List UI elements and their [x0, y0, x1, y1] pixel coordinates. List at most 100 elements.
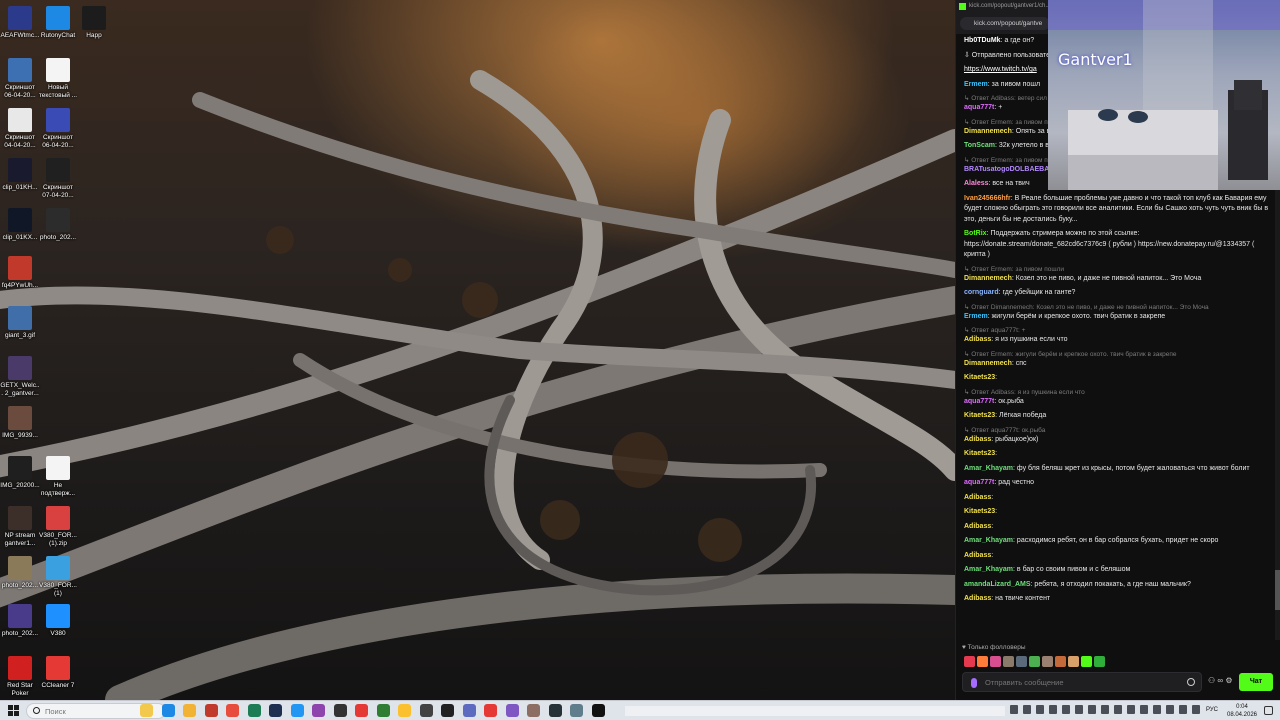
- tray-icon[interactable]: [1049, 705, 1057, 714]
- emote-icon[interactable]: [1016, 656, 1027, 667]
- desktop-icon[interactable]: fq4PYwUh...: [0, 256, 40, 290]
- tray-icon[interactable]: [1179, 705, 1187, 714]
- emote-icon[interactable]: [1094, 656, 1105, 667]
- chat-reply-reference[interactable]: ↳ Ответ Ermem: за пивом пошли: [964, 265, 1275, 274]
- app-icon[interactable]: [312, 704, 325, 717]
- desktop-icon[interactable]: Скриншот 06-04-20...: [0, 58, 40, 99]
- chat-username[interactable]: Ermem: [964, 81, 988, 88]
- tray-icon[interactable]: [1192, 705, 1200, 714]
- language-indicator[interactable]: РУС: [1206, 707, 1218, 713]
- desktop-icon[interactable]: Red Star Poker: [0, 656, 40, 697]
- desktop-icon[interactable]: clip_01KH...: [0, 158, 40, 192]
- tray-icon[interactable]: [1010, 705, 1018, 714]
- chat-username[interactable]: aqua777t: [964, 398, 994, 405]
- desktop-icon[interactable]: V380: [38, 604, 78, 638]
- desktop-icon[interactable]: V380_FOR... (1).zip: [38, 506, 78, 547]
- desktop-icon[interactable]: photo_202...: [0, 604, 40, 638]
- chat-scrollbar[interactable]: [1275, 190, 1280, 640]
- chat-username[interactable]: Dimannemech: [964, 128, 1012, 135]
- desktop-icon[interactable]: Не подтверж...: [38, 456, 78, 497]
- app-v2-icon[interactable]: [441, 704, 454, 717]
- chat-username[interactable]: Amar_Khayam: [964, 465, 1013, 472]
- tray-icon[interactable]: [1127, 705, 1135, 714]
- chat-username[interactable]: Kitaets23: [964, 450, 995, 457]
- emote-icon[interactable]: [1068, 656, 1079, 667]
- emote-icon[interactable]: [1029, 656, 1040, 667]
- chat-username[interactable]: Adibass: [964, 523, 991, 530]
- address-bar[interactable]: kick.com/popout/gantve: [960, 17, 1050, 30]
- tray-icon[interactable]: [1088, 705, 1096, 714]
- emote-icon[interactable]: [1081, 656, 1092, 667]
- app-icon[interactable]: [527, 704, 540, 717]
- notification-icon[interactable]: [1264, 706, 1273, 715]
- desktop-icon[interactable]: photo_202...: [0, 556, 40, 590]
- chat-username[interactable]: TonScam: [964, 142, 995, 149]
- start-button[interactable]: [8, 705, 19, 716]
- app-icon[interactable]: [269, 704, 282, 717]
- chat-reply-reference[interactable]: ↳ Ответ Dimannemech: Козел это не пиво, …: [964, 303, 1275, 312]
- desktop-icon[interactable]: Скриншот 06-04-20...: [38, 108, 78, 149]
- desktop-icon[interactable]: Новый текстовый ...: [38, 58, 78, 99]
- desktop-icon[interactable]: Скриншот 07-04-20...: [38, 158, 78, 199]
- desktop-icon[interactable]: clip_01KX...: [0, 208, 40, 242]
- chat-message-text[interactable]: https://www.twitch.tv/ga: [964, 66, 1037, 73]
- chat-username[interactable]: BotRix: [964, 230, 987, 237]
- explorer-icon[interactable]: [183, 704, 196, 717]
- chat-username[interactable]: Adibass: [964, 552, 991, 559]
- copilot-icon[interactable]: [140, 704, 153, 717]
- happ-icon[interactable]: [591, 704, 605, 717]
- app-64-icon[interactable]: [226, 704, 239, 717]
- emoji-picker-icon[interactable]: [1187, 678, 1195, 686]
- chat-username[interactable]: Kitaets23: [964, 412, 995, 419]
- app-icon[interactable]: [505, 704, 519, 717]
- chat-username[interactable]: Kitaets23: [964, 508, 995, 515]
- edge-icon[interactable]: [161, 704, 175, 717]
- chat-username[interactable]: Kitaets23: [964, 374, 995, 381]
- emote-icon[interactable]: [977, 656, 988, 667]
- emote-icon[interactable]: [1042, 656, 1053, 667]
- desktop-icon[interactable]: CCleaner 7: [38, 656, 78, 690]
- yandex-icon[interactable]: [484, 704, 497, 717]
- chat-tools-icons[interactable]: ⚇ ∞ ⚙: [1208, 676, 1233, 685]
- tray-icon[interactable]: [1023, 705, 1031, 714]
- desktop-icon[interactable]: photo_202...: [38, 208, 78, 242]
- chat-username[interactable]: Adibass: [964, 595, 991, 602]
- emote-icon[interactable]: [964, 656, 975, 667]
- chat-username[interactable]: Ermem: [964, 313, 988, 320]
- chat-username[interactable]: Ivan245666hfr: [964, 195, 1011, 202]
- tray-icon[interactable]: [1062, 705, 1070, 714]
- app-icon[interactable]: [570, 704, 583, 717]
- app-icon[interactable]: [247, 704, 261, 717]
- chat-send-button[interactable]: Чат: [1239, 673, 1273, 691]
- desktop-icon[interactable]: IMG_9939...: [0, 406, 40, 440]
- tray-icon[interactable]: [1166, 705, 1174, 714]
- chat-username[interactable]: Amar_Khayam: [964, 537, 1013, 544]
- chat-username[interactable]: Adibass: [964, 494, 991, 501]
- desktop-icon[interactable]: Скриншот 04-04-20...: [0, 108, 40, 149]
- mic-icon[interactable]: [971, 678, 977, 688]
- emote-icon[interactable]: [1055, 656, 1066, 667]
- emote-icon[interactable]: [1003, 656, 1014, 667]
- app-icon[interactable]: [462, 704, 476, 717]
- taskbar-clock[interactable]: 0:04 08.04.2026: [1224, 703, 1260, 719]
- tray-icon[interactable]: [1075, 705, 1083, 714]
- app-icon[interactable]: [419, 704, 433, 717]
- tray-icon[interactable]: [1153, 705, 1161, 714]
- app-icon[interactable]: [398, 704, 411, 717]
- desktop-icon[interactable]: Happ: [74, 6, 114, 40]
- chat-username[interactable]: BRATusatogoDOLBAEBA: [964, 166, 1049, 173]
- chat-username[interactable]: Adibass: [964, 336, 991, 343]
- desktop-icon[interactable]: IMG_20200...: [0, 456, 40, 490]
- chat-message-input[interactable]: [985, 676, 1185, 689]
- tray-icon[interactable]: [1140, 705, 1148, 714]
- chat-username[interactable]: Adibass: [964, 436, 991, 443]
- chat-username[interactable]: aqua777t: [964, 104, 994, 111]
- tray-icon[interactable]: [1114, 705, 1122, 714]
- chat-username[interactable]: Alaless: [964, 180, 989, 187]
- desktop-icon[interactable]: V380_FOR... (1): [38, 556, 78, 597]
- app-icon[interactable]: [548, 704, 562, 717]
- emote-icon[interactable]: [990, 656, 1001, 667]
- chat-username[interactable]: Hb0TDuMk: [964, 37, 1001, 44]
- desktop-icon[interactable]: NP stream gantver1...: [0, 506, 40, 547]
- taskbar-search-input[interactable]: [45, 706, 145, 717]
